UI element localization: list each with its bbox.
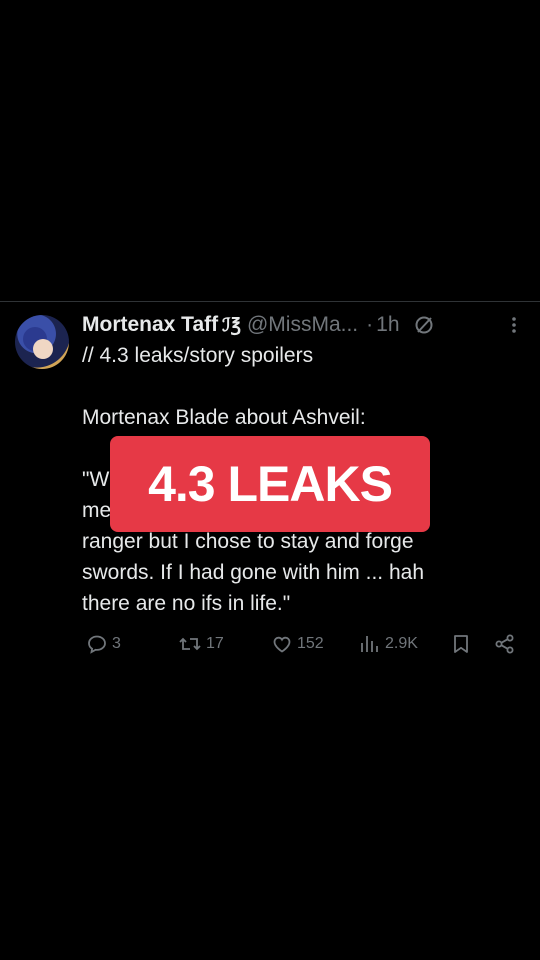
- author-name[interactable]: Mortenax Taff: [82, 313, 218, 337]
- views-icon: [359, 633, 381, 655]
- avatar[interactable]: [15, 315, 69, 369]
- top-divider: [0, 301, 540, 302]
- tweet-line: swords. If I had gone with him ... hah: [82, 561, 425, 584]
- more-icon[interactable]: [506, 315, 522, 335]
- repost-button[interactable]: 17: [174, 630, 224, 658]
- separator-dot: ·: [366, 313, 374, 336]
- tweet-header: Mortenax Taff ℐ℥ @MissMa... · 1h: [82, 311, 434, 339]
- author-handle[interactable]: @MissMa...: [247, 313, 358, 337]
- bookmark-button[interactable]: [446, 630, 472, 658]
- repost-icon: [178, 633, 202, 655]
- like-count: 152: [297, 635, 324, 652]
- views-count: 2.9K: [385, 635, 418, 652]
- tweet-line: there are no ifs in life.": [82, 592, 291, 615]
- tweet-line: Mortenax Blade about Ashveil:: [82, 406, 366, 429]
- action-bar: 3 17 152 2.9K: [82, 630, 522, 658]
- share-icon: [494, 633, 516, 655]
- tweet-line: [82, 371, 522, 402]
- heart-icon: [271, 633, 293, 655]
- share-button[interactable]: [490, 630, 516, 658]
- tweet-time[interactable]: 1h: [376, 313, 399, 337]
- repost-count: 17: [206, 635, 224, 652]
- reply-button[interactable]: 3: [82, 630, 121, 658]
- bookmark-icon: [450, 633, 472, 655]
- leaks-banner: 4.3 LEAKS: [110, 436, 430, 532]
- views-button[interactable]: 2.9K: [355, 630, 418, 658]
- like-button[interactable]: 152: [267, 630, 324, 658]
- grok-icon[interactable]: [414, 315, 434, 335]
- author-emoji: ℐ℥: [222, 314, 241, 335]
- reply-count: 3: [112, 635, 121, 652]
- tweet-line: // 4.3 leaks/story spoilers: [82, 344, 314, 367]
- reply-icon: [86, 633, 108, 655]
